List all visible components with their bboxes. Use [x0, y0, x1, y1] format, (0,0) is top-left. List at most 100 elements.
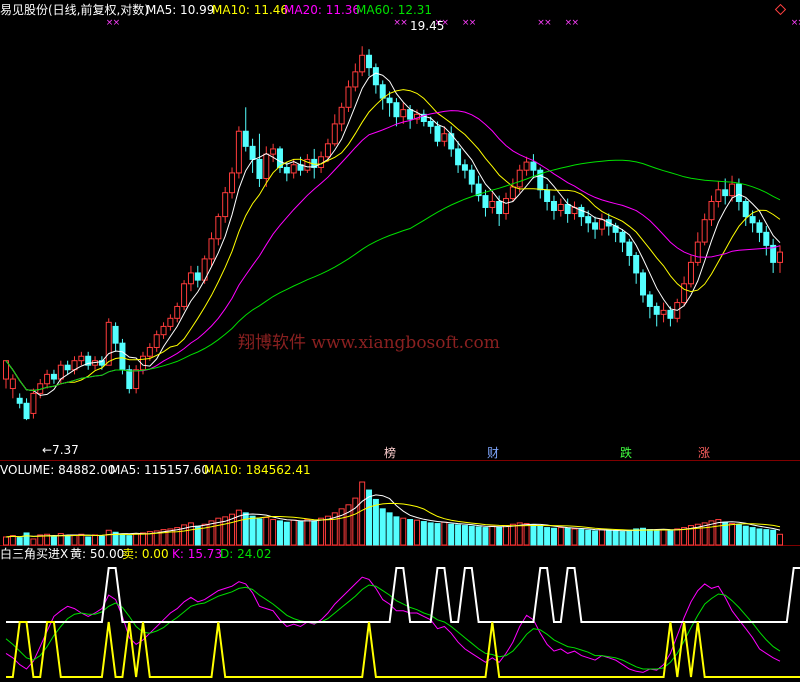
volume-bar-down [372, 498, 379, 546]
signal-x-marker: × [572, 18, 580, 28]
volume-bar-up [777, 533, 783, 546]
candle-down [119, 342, 126, 371]
volume-bar-down [640, 527, 647, 546]
candle-up [352, 71, 359, 88]
candle-up [78, 355, 85, 362]
volume-bar-down [742, 525, 749, 546]
volume-bar-up [318, 517, 325, 546]
candle-up [338, 106, 345, 125]
high-price-label: 19.45 [410, 19, 444, 33]
volume-bar-up [400, 517, 407, 546]
ma20-label: MA20: 11.36 [284, 3, 360, 17]
volume-bar-down [530, 524, 537, 546]
volume-bar-up [503, 525, 510, 546]
volume-bar-up [3, 536, 9, 546]
candle-up [503, 198, 510, 215]
volume-bar-down [633, 528, 640, 546]
volume-bar-down [242, 512, 249, 546]
volume-bar-down [585, 529, 592, 546]
candle-down [585, 216, 592, 224]
candle-down [646, 294, 653, 307]
volume-bar-down [612, 530, 619, 546]
candle-down [482, 195, 489, 208]
volume-bar-down [605, 529, 612, 546]
candle-down [50, 373, 57, 380]
candle-up [777, 251, 783, 263]
volume-bar-down [126, 535, 133, 546]
volume-bar-down [276, 520, 283, 546]
volume-bar-down [475, 526, 482, 546]
volume-bar-down [749, 527, 756, 546]
candle-down [626, 241, 633, 256]
volume-bar-down [23, 532, 30, 546]
ma60-label: MA60: 12.31 [356, 3, 432, 17]
volume-bar-down [393, 516, 400, 546]
volume-bar-up [359, 481, 366, 546]
volume-bar-down [537, 525, 544, 546]
volume-bar-down [619, 531, 626, 546]
candle-up [701, 219, 708, 243]
indicator-name: 白三角买进X [0, 546, 68, 561]
volume-bar-down [249, 515, 256, 546]
candle-down [667, 309, 674, 319]
signal-x-marker: × [544, 18, 552, 28]
volume-bar-down [311, 520, 318, 546]
indicator-mai: 卖: 0.00 [122, 547, 169, 561]
volume-bar-down [50, 535, 57, 546]
volume-bar-down [256, 518, 263, 546]
signal-x-marker: × [113, 18, 121, 28]
volume-bar-up [324, 515, 331, 546]
ma10-label: MA10: 11.46 [212, 3, 288, 17]
candle-up [345, 86, 352, 108]
chart-title: 易见股份(日线,前复权,对数) [0, 2, 149, 17]
volume-bar-down [448, 523, 455, 546]
candle-up [598, 219, 605, 230]
volume-bar-down [379, 508, 386, 546]
volume-bar-up [304, 519, 311, 546]
volume-bar-down [735, 524, 742, 546]
candle-down [283, 166, 290, 174]
volume-bar-down [407, 519, 414, 546]
candle-up [222, 192, 229, 218]
volume-bar-down [461, 525, 468, 546]
candle-up [715, 189, 722, 202]
volume-bar-down [667, 529, 674, 546]
candle-down [530, 161, 537, 171]
ma5-label: MA5: 10.99 [146, 3, 214, 17]
candle-down [564, 203, 571, 215]
volume-ma10-label: MA10: 184562.41 [204, 463, 311, 477]
candle-up [146, 346, 153, 357]
marker-die: 跌 [620, 445, 632, 460]
volume-bars-layer [3, 481, 783, 546]
candle-down [468, 169, 475, 185]
candle-down [427, 120, 434, 127]
volume-bar-down [16, 537, 23, 546]
volume-bar-down [482, 527, 489, 546]
candle-down [242, 130, 249, 147]
volume-bar-down [770, 529, 777, 546]
candle-up [660, 309, 667, 315]
candle-down [16, 397, 23, 404]
candle-down [749, 216, 756, 224]
candle-up [174, 305, 181, 319]
candle-down [372, 67, 379, 86]
diamond-icon[interactable] [774, 3, 787, 16]
candle-down [756, 222, 763, 233]
candle-up [229, 172, 236, 194]
volume-ma5-label: MA5: 115157.60 [110, 463, 209, 477]
candle-down [455, 148, 462, 166]
candle-up [441, 133, 448, 142]
volume-bar-down [646, 529, 653, 546]
low-price-label: ←7.37 [42, 443, 79, 457]
volume-bar-down [434, 523, 441, 546]
candle-down [735, 183, 742, 202]
candle-down [379, 84, 386, 99]
candle-down [64, 364, 71, 371]
candle-up [208, 238, 215, 260]
volume-bar-down [468, 525, 475, 546]
candle-up [215, 216, 222, 240]
volume-bar-down [98, 535, 105, 546]
candle-down [496, 200, 503, 215]
volume-bar-down [427, 522, 434, 546]
candle-up [324, 143, 331, 158]
